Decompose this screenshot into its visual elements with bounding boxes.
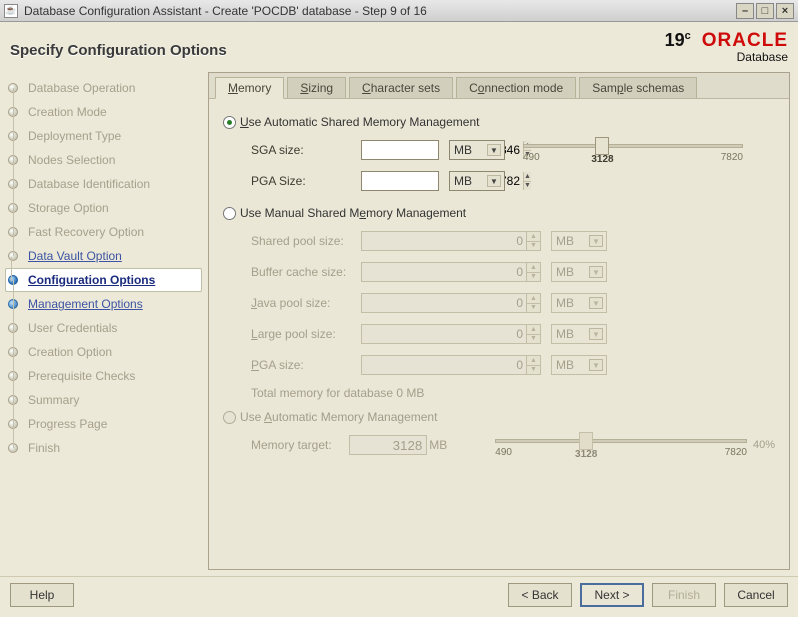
pga2-label: PGA size:: [251, 358, 361, 372]
memory-target-input: [349, 435, 427, 455]
java-pool-label: Java pool size:: [251, 296, 361, 310]
pga-unit-combo[interactable]: MB▼: [449, 171, 505, 191]
memory-slider[interactable]: 3128: [523, 144, 743, 148]
amm-slider-current: 3128: [575, 449, 597, 460]
slider-thumb[interactable]: [595, 137, 609, 155]
radio-auto-shared-label[interactable]: Use Automatic Shared Memory Management: [240, 115, 479, 129]
brand-sub: Database: [665, 51, 788, 64]
sga-spinner[interactable]: ▲▼: [361, 140, 439, 160]
window-title: Database Configuration Assistant - Creat…: [24, 4, 736, 18]
titlebar: ☕ Database Configuration Assistant - Cre…: [0, 0, 798, 22]
pga-down[interactable]: ▼: [524, 182, 531, 191]
sidebar-step-5: Storage Option: [28, 201, 109, 215]
pga-up[interactable]: ▲: [524, 172, 531, 182]
sidebar-step-6: Fast Recovery Option: [28, 225, 144, 239]
sidebar-step-3: Nodes Selection: [28, 153, 115, 167]
buffer-cache-label: Buffer cache size:: [251, 265, 361, 279]
shared-pool-spinner: ▲▼: [361, 231, 541, 251]
tabs: MemorySizingCharacter setsConnection mod…: [209, 73, 789, 99]
pga2-spinner: ▲▼: [361, 355, 541, 375]
sga-label: SGA size:: [251, 143, 361, 157]
buffer-cache-spinner: ▲▼: [361, 262, 541, 282]
pga2-unit: MB▼: [551, 355, 607, 375]
sidebar-step-12: Prerequisite Checks: [28, 369, 135, 383]
step-bullet-icon: [8, 251, 18, 261]
close-button[interactable]: ×: [776, 3, 794, 19]
sidebar-step-8[interactable]: Configuration Options: [28, 273, 155, 287]
java-icon: ☕: [4, 4, 18, 18]
sidebar-step-15: Finish: [28, 441, 60, 455]
brand-superscript: c: [685, 30, 691, 42]
slider-current: 3128: [591, 154, 613, 165]
memory-target-unit: MB: [429, 438, 447, 452]
wizard-sidebar: Database Operation Creation Mode Deploymen…: [0, 72, 208, 576]
finish-button: Finish: [652, 583, 716, 607]
back-button[interactable]: < Back: [508, 583, 572, 607]
java-pool-unit: MB▼: [551, 293, 607, 313]
brand-oracle: ORACLE: [702, 30, 788, 51]
sidebar-step-7[interactable]: Data Vault Option: [28, 249, 122, 263]
sga-unit-combo[interactable]: MB▼: [449, 140, 505, 160]
java-pool-spinner: ▲▼: [361, 293, 541, 313]
amm-slider-min: 490: [495, 447, 512, 458]
pga-spinner[interactable]: ▲▼: [361, 171, 439, 191]
radio-manual-shared-label[interactable]: Use Manual Shared Memory Management: [240, 206, 466, 220]
chevron-down-icon: ▼: [487, 144, 501, 156]
total-memory-text: Total memory for database 0 MB: [251, 386, 775, 400]
amm-slider: 3128: [495, 439, 747, 443]
radio-manual-shared[interactable]: [223, 207, 236, 220]
pga-label: PGA Size:: [251, 174, 361, 188]
amm-slider-thumb: [579, 432, 593, 450]
amm-percent: 40%: [753, 439, 775, 451]
cancel-button[interactable]: Cancel: [724, 583, 788, 607]
brand-version: 19: [665, 30, 685, 50]
maximize-button[interactable]: □: [756, 3, 774, 19]
step-bullet-icon: [8, 443, 18, 453]
tab-character-sets[interactable]: Character sets: [349, 77, 453, 98]
chevron-down-icon: ▼: [487, 175, 501, 187]
minimize-button[interactable]: –: [736, 3, 754, 19]
sidebar-step-14: Progress Page: [28, 417, 107, 431]
page-title: Specify Configuration Options: [10, 30, 227, 59]
memory-tab-body: Use Automatic Shared Memory Management S…: [209, 99, 789, 569]
sidebar-step-4: Database Identification: [28, 177, 150, 191]
main-panel: MemorySizingCharacter setsConnection mod…: [208, 72, 790, 570]
sidebar-step-1: Creation Mode: [28, 105, 107, 119]
sidebar-step-10: User Credentials: [28, 321, 117, 335]
large-pool-spinner: ▲▼: [361, 324, 541, 344]
large-pool-label: Large pool size:: [251, 327, 361, 341]
slider-max: 7820: [721, 152, 743, 163]
shared-pool-label: Shared pool size:: [251, 234, 361, 248]
memory-target-label: Memory target:: [251, 438, 343, 452]
tab-connection-mode[interactable]: Connection mode: [456, 77, 576, 98]
tab-memory[interactable]: Memory: [215, 77, 284, 99]
brand-block: 19c ORACLE Database: [665, 30, 788, 64]
next-button[interactable]: Next >: [580, 583, 644, 607]
sidebar-step-9[interactable]: Management Options: [28, 297, 143, 311]
tab-sizing[interactable]: Sizing: [287, 77, 346, 98]
sidebar-step-0: Database Operation: [28, 81, 135, 95]
slider-min: 490: [523, 152, 540, 163]
radio-auto-shared[interactable]: [223, 116, 236, 129]
large-pool-unit: MB▼: [551, 324, 607, 344]
radio-auto-memory: [223, 411, 236, 424]
sidebar-step-13: Summary: [28, 393, 79, 407]
shared-pool-unit: MB▼: [551, 231, 607, 251]
sidebar-step-11: Creation Option: [28, 345, 112, 359]
sidebar-step-2: Deployment Type: [28, 129, 121, 143]
wizard-footer: Help < Back Next > Finish Cancel: [0, 576, 798, 617]
amm-slider-max: 7820: [725, 447, 747, 458]
buffer-cache-unit: MB▼: [551, 262, 607, 282]
window-controls: – □ ×: [736, 3, 794, 19]
tab-sample-schemas[interactable]: Sample schemas: [579, 77, 697, 98]
help-button[interactable]: Help: [10, 583, 74, 607]
radio-auto-memory-label: Use Automatic Memory Management: [240, 410, 437, 424]
